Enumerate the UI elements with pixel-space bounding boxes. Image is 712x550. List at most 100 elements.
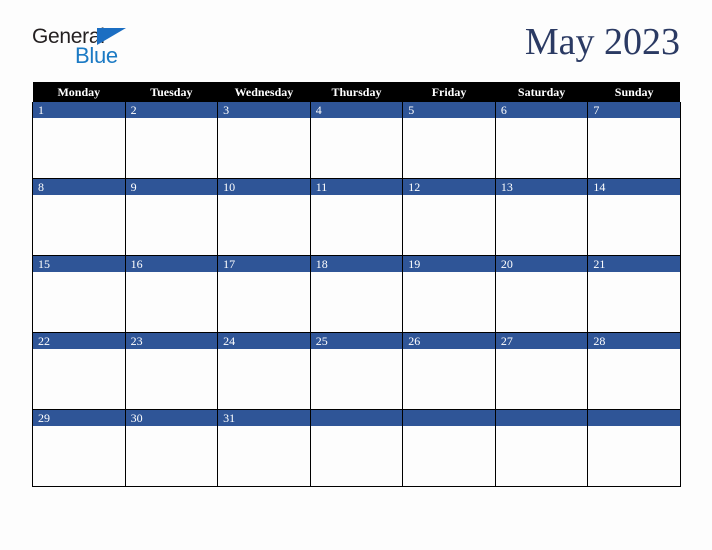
- calendar-day-cell[interactable]: 24: [217, 332, 311, 410]
- day-events-area[interactable]: [403, 272, 495, 332]
- calendar-day-cell[interactable]: 29: [32, 409, 126, 487]
- day-number: 24: [218, 333, 310, 349]
- day-events-area[interactable]: [588, 349, 680, 409]
- calendar-day-cell[interactable]: 26: [402, 332, 496, 410]
- calendar-day-cell[interactable]: 27: [494, 332, 589, 410]
- day-events-area[interactable]: [495, 195, 588, 255]
- day-events-area[interactable]: [310, 195, 403, 255]
- day-number: [310, 410, 403, 426]
- day-number: [495, 410, 588, 426]
- day-number: 26: [403, 333, 495, 349]
- day-number: 6: [495, 102, 588, 118]
- calendar-day-cell[interactable]: 10: [217, 178, 311, 256]
- day-events-area[interactable]: [218, 426, 310, 486]
- calendar-day-cell[interactable]: 9: [124, 178, 219, 256]
- calendar-week-row: 8 9 10 11 12 13 14: [32, 178, 681, 256]
- day-number: 27: [495, 333, 588, 349]
- calendar-week-row: 22 23 24 25 26 27 28: [32, 332, 681, 410]
- calendar-header-row: Monday Tuesday Wednesday Thursday Friday…: [32, 82, 681, 102]
- day-events-area[interactable]: [403, 118, 495, 178]
- day-number: 20: [495, 256, 588, 272]
- day-number: 28: [588, 333, 680, 349]
- calendar-week-row: 15 16 17 18 19 20 21: [32, 255, 681, 333]
- calendar-day-cell[interactable]: 8: [32, 178, 126, 256]
- day-events-area[interactable]: [33, 272, 125, 332]
- day-number: 22: [33, 333, 125, 349]
- calendar-day-cell[interactable]: 17: [217, 255, 311, 333]
- calendar-day-cell[interactable]: 30: [124, 409, 219, 487]
- day-number: 10: [218, 179, 310, 195]
- calendar-day-cell[interactable]: 21: [587, 255, 681, 333]
- calendar-body: 1 2 3 4 5 6 7 8 9 10 11 12 13 14 15 16 1…: [32, 102, 681, 487]
- calendar-day-cell[interactable]: 16: [124, 255, 219, 333]
- day-events-area: [403, 426, 495, 486]
- calendar-day-cell[interactable]: 19: [402, 255, 496, 333]
- day-number: 21: [588, 256, 680, 272]
- calendar-day-cell[interactable]: 13: [494, 178, 589, 256]
- calendar-day-cell[interactable]: 5: [402, 102, 496, 179]
- day-events-area[interactable]: [495, 118, 588, 178]
- day-events-area[interactable]: [310, 349, 403, 409]
- day-number: 25: [310, 333, 403, 349]
- day-events-area[interactable]: [33, 195, 125, 255]
- day-number: [588, 410, 680, 426]
- calendar-day-cell[interactable]: 1: [32, 102, 126, 179]
- day-number: 23: [125, 333, 218, 349]
- day-events-area[interactable]: [310, 272, 403, 332]
- day-events-area[interactable]: [125, 426, 218, 486]
- day-events-area[interactable]: [218, 195, 310, 255]
- day-events-area[interactable]: [125, 118, 218, 178]
- day-number: 11: [310, 179, 403, 195]
- calendar-day-cell[interactable]: 20: [494, 255, 589, 333]
- day-events-area[interactable]: [33, 118, 125, 178]
- calendar-day-cell[interactable]: 28: [587, 332, 681, 410]
- day-events-area[interactable]: [495, 349, 588, 409]
- day-events-area[interactable]: [218, 118, 310, 178]
- calendar-day-cell[interactable]: 31: [217, 409, 311, 487]
- day-header-monday: Monday: [32, 82, 126, 102]
- calendar-day-cell[interactable]: 14: [587, 178, 681, 256]
- calendar-week-row: 1 2 3 4 5 6 7: [32, 102, 681, 179]
- calendar-day-cell-empty: [402, 409, 496, 487]
- calendar-day-cell[interactable]: 6: [494, 102, 589, 179]
- page-header: General Blue May 2023: [0, 0, 712, 82]
- logo-text-blue: Blue: [75, 43, 118, 68]
- day-events-area[interactable]: [125, 195, 218, 255]
- day-events-area[interactable]: [33, 349, 125, 409]
- day-events-area[interactable]: [588, 118, 680, 178]
- day-number: 16: [125, 256, 218, 272]
- calendar-day-cell-empty: [587, 409, 681, 487]
- page-title: May 2023: [524, 21, 680, 63]
- day-events-area[interactable]: [125, 349, 218, 409]
- calendar-day-cell[interactable]: 23: [124, 332, 219, 410]
- calendar-day-cell[interactable]: 15: [32, 255, 126, 333]
- calendar-day-cell[interactable]: 25: [309, 332, 404, 410]
- day-number: 3: [218, 102, 310, 118]
- day-events-area[interactable]: [495, 272, 588, 332]
- calendar-day-cell[interactable]: 7: [587, 102, 681, 179]
- calendar-day-cell[interactable]: 11: [309, 178, 404, 256]
- calendar-day-cell[interactable]: 22: [32, 332, 126, 410]
- day-events-area[interactable]: [310, 118, 403, 178]
- day-number: 7: [588, 102, 680, 118]
- day-events-area[interactable]: [33, 426, 125, 486]
- day-events-area[interactable]: [125, 272, 218, 332]
- day-number: 13: [495, 179, 588, 195]
- day-events-area[interactable]: [218, 349, 310, 409]
- calendar-day-cell[interactable]: 3: [217, 102, 311, 179]
- day-events-area[interactable]: [403, 349, 495, 409]
- day-number: 29: [33, 410, 125, 426]
- calendar-day-cell[interactable]: 18: [309, 255, 404, 333]
- day-events-area[interactable]: [588, 195, 680, 255]
- day-events-area: [495, 426, 588, 486]
- calendar-day-cell-empty: [309, 409, 404, 487]
- day-events-area[interactable]: [403, 195, 495, 255]
- calendar-day-cell[interactable]: 2: [124, 102, 219, 179]
- day-events-area[interactable]: [218, 272, 310, 332]
- day-header-saturday: Saturday: [495, 82, 588, 102]
- general-blue-logo: General Blue: [32, 26, 172, 72]
- calendar-day-cell[interactable]: 4: [309, 102, 404, 179]
- calendar-day-cell[interactable]: 12: [402, 178, 496, 256]
- day-events-area[interactable]: [588, 272, 680, 332]
- day-header-friday: Friday: [402, 82, 496, 102]
